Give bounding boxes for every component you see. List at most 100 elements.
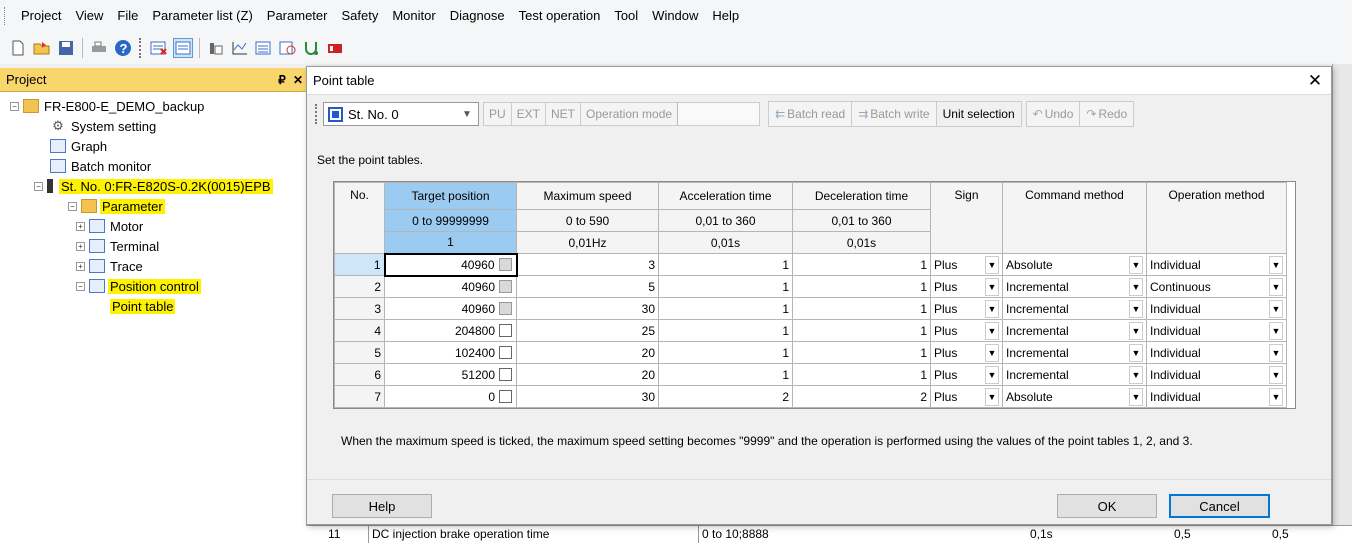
cancel-button[interactable]: Cancel (1169, 494, 1270, 518)
max-speed-cell[interactable]: 20 (516, 341, 659, 364)
list-icon[interactable] (206, 38, 226, 58)
online-icon[interactable] (173, 38, 193, 58)
decel-time-cell[interactable]: 2 (792, 385, 931, 408)
target-position-cell[interactable]: 40960 (384, 297, 517, 320)
chevron-down-icon[interactable]: ▼ (1129, 321, 1143, 340)
sign-select[interactable]: Plus ▼ (930, 297, 1003, 320)
target-position-cell[interactable]: 102400 (384, 341, 517, 364)
accel-time-cell[interactable]: 1 (658, 319, 793, 342)
batch-read-button[interactable]: ⇇ Batch read (769, 102, 853, 126)
col-header-target[interactable]: Target position (384, 182, 517, 210)
sign-select[interactable]: Plus ▼ (930, 385, 1003, 408)
col-header-command[interactable]: Command method (1002, 182, 1147, 254)
operation-method-select[interactable]: Individual ▼ (1146, 385, 1287, 408)
chevron-down-icon[interactable]: ▼ (1269, 387, 1283, 406)
operation-method-select[interactable]: Individual ▼ (1146, 253, 1287, 276)
ok-button[interactable]: OK (1057, 494, 1157, 518)
accel-time-cell[interactable]: 1 (658, 275, 793, 298)
chevron-down-icon[interactable]: ▼ (1269, 321, 1283, 340)
command-method-select[interactable]: Incremental ▼ (1002, 363, 1147, 386)
operation-method-select[interactable]: Continuous ▼ (1146, 275, 1287, 298)
command-method-select[interactable]: Absolute ▼ (1002, 253, 1147, 276)
operation-method-select[interactable]: Individual ▼ (1146, 363, 1287, 386)
command-method-select[interactable]: Absolute ▼ (1002, 385, 1147, 408)
collapse-icon[interactable]: − (68, 201, 77, 211)
compare-icon[interactable] (278, 38, 298, 58)
accel-time-cell[interactable]: 1 (658, 253, 793, 276)
menu-test-operation[interactable]: Test operation (512, 0, 608, 32)
chevron-down-icon[interactable]: ▼ (985, 255, 999, 274)
tree-item-st-no-0-fr-e820s-0-2k-0015-epb[interactable]: − St. No. 0:FR-E820S-0.2K(0015)EPB (34, 176, 273, 196)
batch-write-button[interactable]: ⇉ Batch write (852, 102, 937, 126)
chevron-down-icon[interactable]: ▼ (985, 277, 999, 296)
accel-time-cell[interactable]: 1 (658, 341, 793, 364)
col-header-sign[interactable]: Sign (930, 182, 1003, 254)
chevron-down-icon[interactable]: ▼ (985, 387, 999, 406)
decel-time-cell[interactable]: 1 (792, 319, 931, 342)
command-method-select[interactable]: Incremental ▼ (1002, 319, 1147, 342)
target-position-cell[interactable]: 40960 (384, 275, 517, 298)
max-speed-cell[interactable]: 5 (516, 275, 659, 298)
target-position-cell[interactable]: 40960 (383, 252, 518, 277)
tree-item-point-table[interactable]: Point table (100, 296, 176, 316)
max-speed-checkbox[interactable] (499, 346, 512, 359)
dialog-close-icon[interactable]: ✕ (1299, 71, 1331, 91)
max-speed-cell[interactable]: 30 (516, 297, 659, 320)
chevron-down-icon[interactable]: ▼ (1269, 299, 1283, 318)
save-icon[interactable] (56, 38, 76, 58)
row-number[interactable]: 1 (334, 253, 385, 276)
tree-item-parameter[interactable]: − Parameter (68, 196, 165, 216)
sign-select[interactable]: Plus ▼ (930, 253, 1003, 276)
sign-select[interactable]: Plus ▼ (930, 363, 1003, 386)
decel-time-cell[interactable]: 1 (792, 253, 931, 276)
chevron-down-icon[interactable]: ▼ (985, 365, 999, 384)
decel-time-cell[interactable]: 1 (792, 341, 931, 364)
open-icon[interactable] (32, 38, 52, 58)
command-method-select[interactable]: Incremental ▼ (1002, 275, 1147, 298)
target-position-cell[interactable]: 204800 (384, 319, 517, 342)
decel-time-cell[interactable]: 1 (792, 363, 931, 386)
max-speed-checkbox[interactable] (498, 258, 512, 271)
chevron-down-icon[interactable]: ▼ (1129, 277, 1143, 296)
operation-method-select[interactable]: Individual ▼ (1146, 297, 1287, 320)
max-speed-checkbox[interactable] (499, 324, 512, 337)
menu-help[interactable]: Help (705, 0, 746, 32)
max-speed-checkbox[interactable] (499, 302, 512, 315)
tree-item-graph[interactable]: Graph (40, 136, 109, 156)
target-position-cell[interactable]: 51200 (384, 363, 517, 386)
collapse-icon[interactable]: − (76, 281, 85, 291)
chevron-down-icon[interactable]: ▼ (1269, 343, 1283, 362)
command-method-select[interactable]: Incremental ▼ (1002, 297, 1147, 320)
offline-icon[interactable] (149, 38, 169, 58)
operation-mode-field[interactable] (677, 103, 760, 125)
max-speed-checkbox[interactable] (499, 368, 512, 381)
sign-select[interactable]: Plus ▼ (930, 275, 1003, 298)
help-button[interactable]: Help (332, 494, 432, 518)
menu-view[interactable]: View (68, 0, 110, 32)
diag-icon[interactable] (302, 38, 322, 58)
accel-time-cell[interactable]: 2 (658, 385, 793, 408)
row-number[interactable]: 6 (334, 363, 385, 386)
col-header-operation[interactable]: Operation method (1146, 182, 1287, 254)
menu-parameter-list-z[interactable]: Parameter list (Z) (145, 0, 259, 32)
menu-tool[interactable]: Tool (607, 0, 645, 32)
chevron-down-icon[interactable]: ▼ (1129, 255, 1143, 274)
chevron-down-icon[interactable]: ▼ (1129, 299, 1143, 318)
station-select[interactable]: St. No. 0 ▼ (323, 102, 479, 126)
tree-item-fr-e800-e-demo-backup[interactable]: − FR-E800-E_DEMO_backup (10, 96, 206, 116)
target-position-cell[interactable]: 0 (384, 385, 517, 408)
help-icon[interactable]: ? (113, 38, 133, 58)
max-speed-checkbox[interactable] (499, 390, 512, 403)
sign-select[interactable]: Plus ▼ (930, 319, 1003, 342)
mode-pu[interactable]: PU (484, 103, 512, 125)
row-number[interactable]: 2 (334, 275, 385, 298)
chevron-down-icon[interactable]: ▼ (1269, 255, 1283, 274)
menu-parameter[interactable]: Parameter (260, 0, 335, 32)
collapse-icon[interactable]: − (34, 181, 43, 191)
operation-method-select[interactable]: Individual ▼ (1146, 319, 1287, 342)
tree-item-trace[interactable]: + Trace (76, 256, 145, 276)
max-speed-cell[interactable]: 3 (516, 253, 659, 276)
print-icon[interactable] (89, 38, 109, 58)
chevron-down-icon[interactable]: ▼ (1129, 365, 1143, 384)
tree-item-terminal[interactable]: + Terminal (76, 236, 161, 256)
